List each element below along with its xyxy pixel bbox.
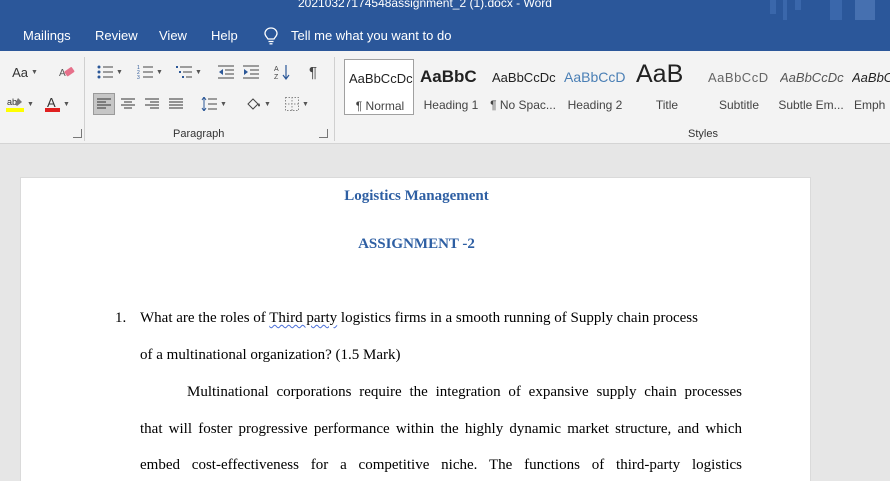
style-name: Heading 1 [423,98,479,112]
group-separator [334,57,335,141]
tell-me-search[interactable]: Tell me what you want to do [291,28,451,43]
tab-view[interactable]: View [159,28,187,43]
center-align-icon[interactable] [117,93,139,115]
change-case-button[interactable]: Aa ▼ [6,61,44,83]
sort-icon[interactable]: AZ [271,61,293,83]
question-line-2: of a multinational organization? (1.5 Ma… [140,347,401,363]
answer-line: Multinational corporations require the i… [187,384,742,400]
style-normal[interactable]: AaBbCcDc ¶ Normal [344,59,414,115]
increase-indent-icon[interactable] [240,61,262,83]
title-bar-decoration [830,0,842,20]
lightbulb-icon[interactable] [263,27,279,45]
style-no-spacing[interactable]: AaBbCcDc ¶ No Spac... [488,59,558,115]
paragraph-group-label: Paragraph [173,128,225,140]
style-heading-1[interactable]: AaBbC Heading 1 [416,59,486,115]
justify-icon[interactable] [165,93,187,115]
svg-text:ab: ab [7,97,17,107]
align-right-icon[interactable] [141,93,163,115]
style-emphasis[interactable]: AaBbC Emph [848,59,890,115]
style-sample: AaBbCcDc [780,70,844,85]
title-bar-decoration [783,0,787,20]
styles-group-label: Styles [688,128,718,140]
style-name: Subtitle [718,98,760,112]
svg-text:3: 3 [137,75,140,79]
ribbon-tab-bar: Mailings Review View Help Tell me what y… [0,20,890,51]
title-bar-decoration [795,0,801,10]
tab-review[interactable]: Review [95,28,138,43]
multilevel-list-icon[interactable]: ▼ [172,61,206,83]
window-title: 20210327174548assignment_2 (1).docx - Wo… [298,0,552,10]
show-marks-icon[interactable]: ¶ [302,61,324,83]
svg-text:A: A [47,96,56,110]
spelling-error[interactable]: Third party [269,310,337,326]
align-left-icon[interactable] [93,93,115,115]
bullets-icon[interactable]: ▼ [93,61,127,83]
font-color-icon[interactable]: A ▼ [40,93,74,115]
font-dialog-launcher[interactable] [73,129,82,138]
style-title[interactable]: AaB Title [632,59,702,115]
style-subtitle[interactable]: AaBbCcD Subtitle [704,59,774,115]
question-text: logistics firms in a smooth running of S… [337,310,698,326]
style-heading-2[interactable]: AaBbCcD Heading 2 [560,59,630,115]
change-case-label: Aa [12,64,28,80]
style-sample: AaBbCcD [708,70,769,85]
question-text: What are the roles of [140,310,270,326]
group-separator [84,57,85,141]
numbering-icon[interactable]: 1 2 3 ▼ [133,61,167,83]
line-spacing-icon[interactable]: ▼ [197,93,231,115]
style-sample: AaBbCcDc [349,71,413,86]
style-name: Subtle Em... [778,98,844,112]
svg-text:Z: Z [274,74,279,80]
style-name: Heading 2 [567,98,623,112]
style-subtle-emphasis[interactable]: AaBbCcDc Subtle Em... [776,59,846,115]
tab-help[interactable]: Help [211,28,238,43]
style-name: ¶ Normal [355,99,405,113]
list-number: 1. [115,310,127,326]
tab-mailings[interactable]: Mailings [23,28,71,43]
svg-text:A: A [274,66,279,73]
ribbon: Aa ▼ A ab ▼ A ▼ ▼ 1 2 3 ▼ ▼ AZ ¶ ▼ ▼ ▼ P… [0,51,890,144]
document-title: Logistics Management [344,188,489,204]
title-bar-decoration [770,0,776,14]
svg-text:A: A [59,68,66,79]
shading-icon[interactable]: ▼ [241,93,275,115]
document-page[interactable]: Logistics Management ASSIGNMENT -2 1. Wh… [20,177,811,481]
style-name: ¶ No Spac... [490,98,556,112]
paragraph-dialog-launcher[interactable] [319,129,328,138]
text-highlight-icon[interactable]: ab ▼ [4,93,36,115]
eraser-icon[interactable]: A [56,61,78,83]
styles-gallery: AaBbCcDc ¶ Normal AaBbC Heading 1 AaBbCc… [340,56,890,118]
answer-line: embed cost-effectiveness for a competiti… [140,457,742,473]
style-sample: AaBbCcDc [492,70,556,85]
borders-icon[interactable]: ▼ [280,93,314,115]
assignment-heading: ASSIGNMENT -2 [358,236,475,252]
style-name: Title [655,98,679,112]
style-sample: AaB [636,60,684,88]
style-sample: AaBbCcD [564,69,626,85]
decrease-indent-icon[interactable] [215,61,237,83]
title-bar: 20210327174548assignment_2 (1).docx - Wo… [0,0,890,24]
answer-line: that will foster progressive performance… [140,421,742,437]
question-line-1: What are the roles of Third party logist… [140,310,698,327]
style-name: Emph [854,98,886,112]
style-sample: AaBbC [852,70,890,85]
style-sample: AaBbC [420,67,477,86]
